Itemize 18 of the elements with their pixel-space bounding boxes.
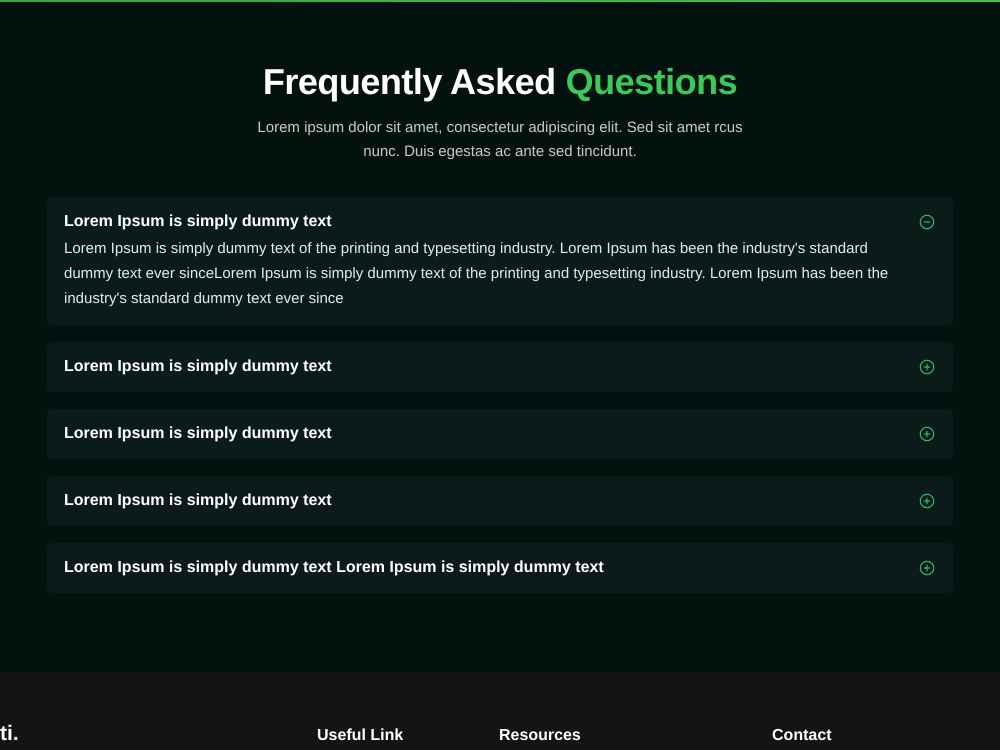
plus-circle-icon[interactable] <box>919 426 935 442</box>
footer-column-heading: Useful Link <box>317 727 404 744</box>
footer-column-heading: Contact <box>772 727 832 744</box>
faq-question[interactable]: Lorem Ipsum is simply dummy text <box>64 423 332 445</box>
footer-column-heading: Resources <box>499 727 581 744</box>
section-subtitle: Lorem ipsum dolor sit amet, consectetur adipiscing elit. Sed sit amet rcus nunc. Duis egestas ac ante sed tincidunt. <box>256 118 744 162</box>
faq-answer: Lorem Ipsum is simply dummy text of the printing and typesetting industry. Lorem Ipsum has been the industry's standard dummy text ever sinceLorem Ipsum is simply dummy text of the printing and typesetting industry. Lorem Ipsum has been the industry's standard dummy text ever since <box>64 239 890 309</box>
minus-circle-icon[interactable] <box>919 214 935 230</box>
section-title: Frequently Asked <box>262 60 556 104</box>
plus-circle-icon[interactable] <box>919 359 935 375</box>
faq-question[interactable]: Lorem Ipsum is simply dummy text <box>64 211 332 233</box>
faq-question[interactable]: Lorem Ipsum is simply dummy text <box>64 490 332 512</box>
faq-question[interactable]: Lorem Ipsum is simply dummy text <box>64 356 332 378</box>
plus-circle-icon[interactable] <box>919 560 935 576</box>
plus-circle-icon[interactable] <box>919 493 935 509</box>
faq-question[interactable]: Lorem Ipsum is simply dummy text Lorem Ipsum is simply dummy text <box>64 557 604 579</box>
footer-logo[interactable]: ti. <box>0 722 19 745</box>
section-title-highlight: Questions <box>566 60 738 104</box>
